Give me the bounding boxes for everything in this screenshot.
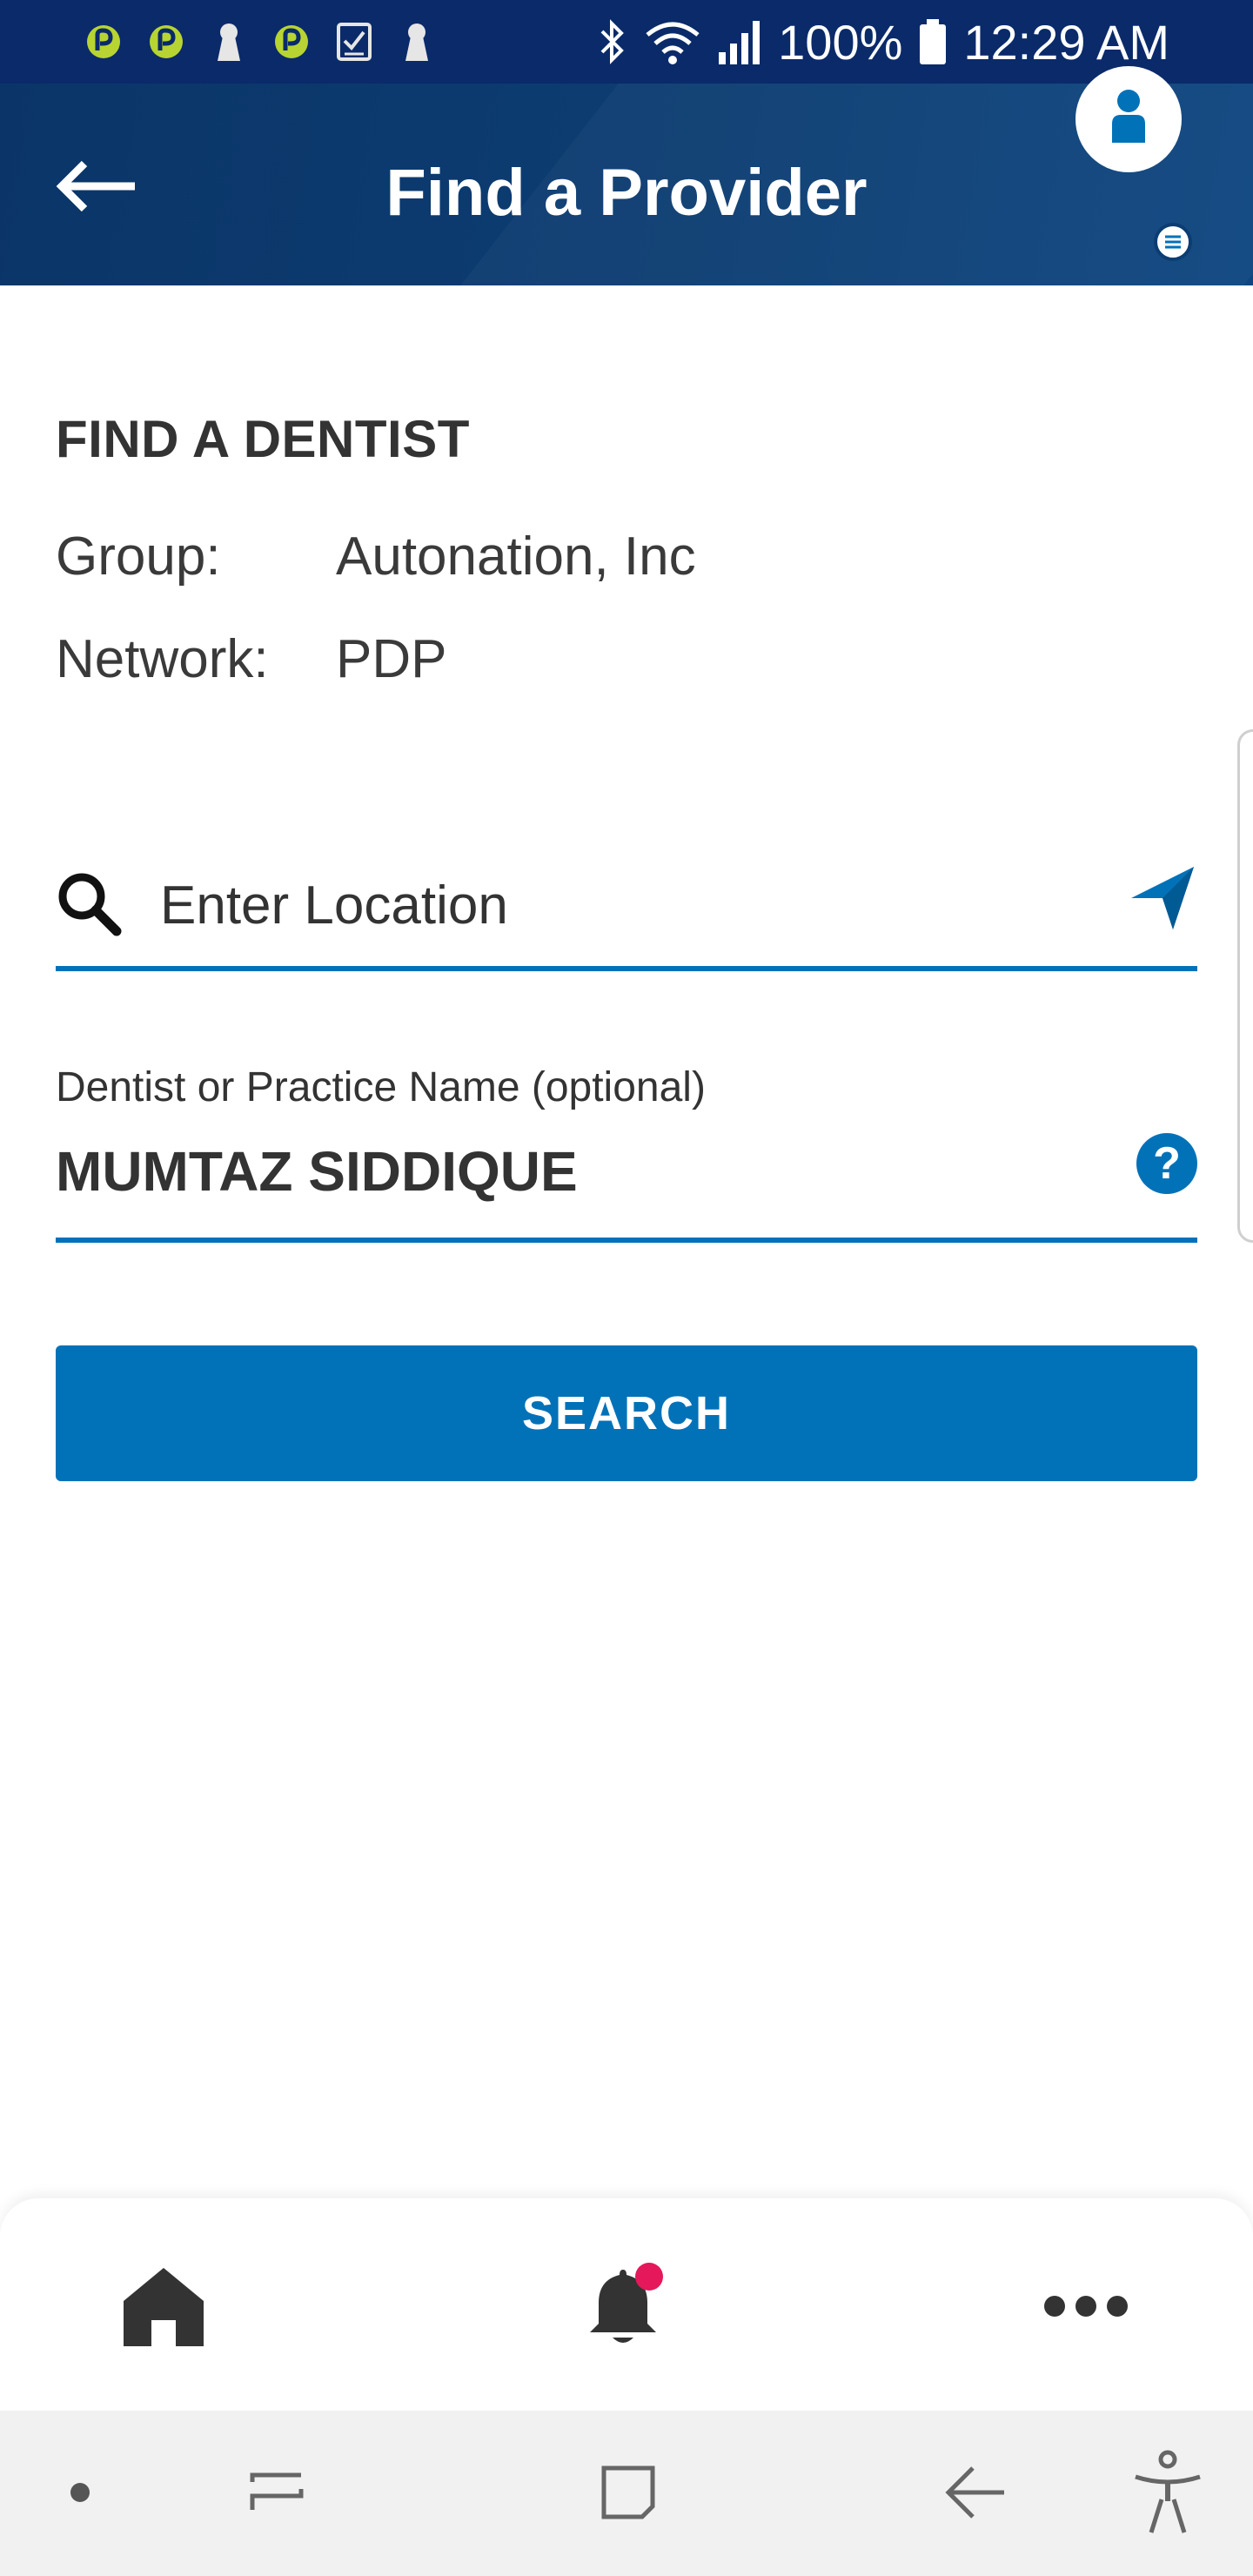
group-label: Group: — [56, 527, 221, 587]
profile-menu-badge[interactable] — [1154, 223, 1192, 261]
help-icon[interactable]: ? — [1136, 1133, 1197, 1194]
search-button[interactable]: SEARCH — [56, 1345, 1197, 1481]
location-input[interactable] — [160, 862, 1082, 949]
nav-more[interactable] — [1034, 2254, 1138, 2358]
keyhole-icon — [397, 19, 437, 64]
status-system: 100% 12:29 AM — [597, 12, 1169, 71]
dentist-name-input[interactable] — [56, 1128, 1082, 1215]
signal-icon — [717, 17, 762, 66]
app-notification-icon — [146, 19, 186, 64]
battery-icon — [918, 17, 948, 66]
recent-apps-icon[interactable] — [233, 2449, 320, 2536]
network-label: Network: — [56, 629, 269, 689]
checklist-icon — [334, 19, 374, 64]
group-value: Autonation, Inc — [336, 527, 696, 587]
search-icon — [58, 873, 122, 936]
status-bar: 100% 12:29 AM — [0, 0, 1253, 84]
wifi-icon — [644, 17, 701, 66]
page-title: Find a Provider — [385, 156, 868, 230]
location-field — [56, 853, 1197, 971]
user-profile-icon — [1112, 90, 1145, 143]
clock: 12:29 AM — [963, 14, 1169, 70]
app-notification-icon — [271, 19, 312, 64]
more-icon — [1044, 2296, 1128, 2317]
dentist-field: ? — [56, 1123, 1197, 1243]
battery-percent: 100% — [778, 14, 903, 70]
dot-icon[interactable] — [37, 2449, 124, 2536]
app-notification-icon — [84, 19, 124, 64]
app-header: Find a Provider — [0, 84, 1253, 285]
system-nav-bar — [0, 2411, 1253, 2576]
home-square-icon[interactable] — [585, 2449, 672, 2536]
notification-badge — [635, 2263, 663, 2291]
location-arrow-icon[interactable] — [1128, 863, 1197, 933]
bluetooth-icon — [597, 17, 628, 66]
bottom-nav — [0, 2198, 1253, 2411]
keyhole-icon — [209, 19, 249, 64]
nav-notifications[interactable] — [571, 2254, 675, 2358]
section-title: FIND A DENTIST — [56, 410, 470, 468]
home-icon — [124, 2268, 204, 2346]
back-icon[interactable] — [933, 2449, 1020, 2536]
status-notifications — [84, 19, 437, 64]
accessibility-icon[interactable] — [1124, 2449, 1211, 2536]
profile-button[interactable] — [1075, 66, 1182, 172]
menu-lines-icon — [1165, 235, 1181, 249]
network-value: PDP — [336, 629, 447, 689]
dentist-field-label: Dentist or Practice Name (optional) — [56, 1064, 706, 1110]
side-panel-handle[interactable] — [1237, 729, 1253, 1243]
nav-home[interactable] — [111, 2254, 216, 2358]
